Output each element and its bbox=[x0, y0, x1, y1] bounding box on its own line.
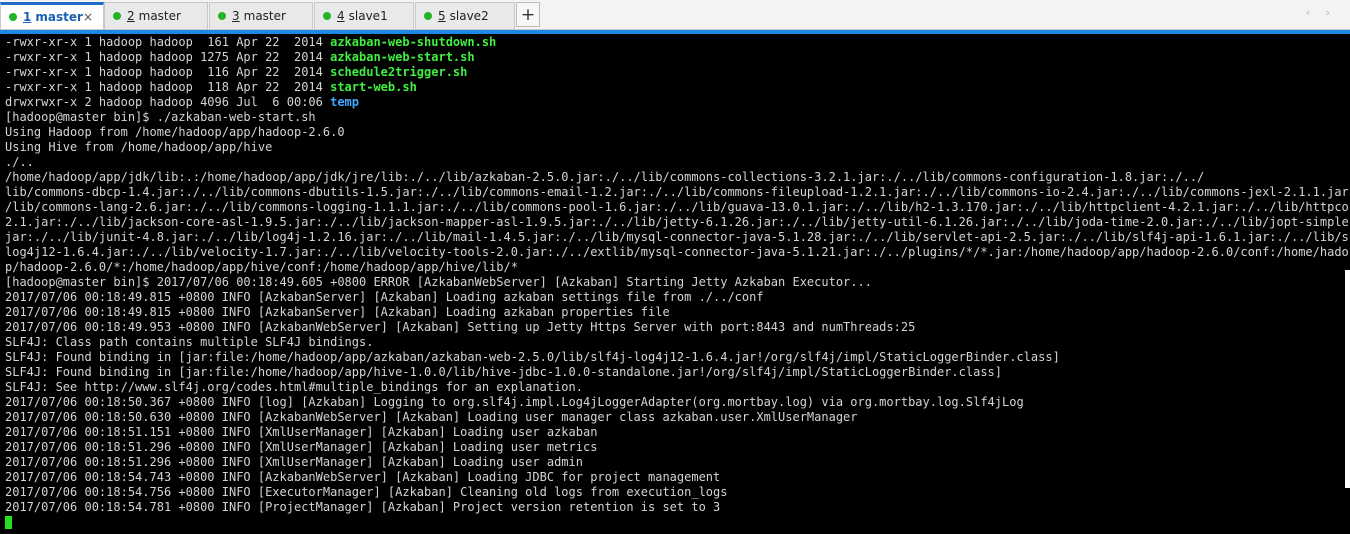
executable-file-name: azkaban-web-start.sh bbox=[330, 50, 475, 64]
tab-number: 2 bbox=[127, 9, 135, 23]
tab-label: master bbox=[243, 9, 286, 23]
connected-status-icon bbox=[218, 12, 226, 20]
terminal-line: 2017/07/06 00:18:51.296 +0800 INFO [XmlU… bbox=[5, 440, 1348, 455]
terminal-line: 2017/07/06 00:18:51.151 +0800 INFO [XmlU… bbox=[5, 425, 1348, 440]
tab-3-master[interactable]: 3 master bbox=[209, 2, 313, 29]
terminal-cursor bbox=[5, 516, 12, 529]
terminal-line: 2017/07/06 00:18:54.743 +0800 INFO [Azka… bbox=[5, 470, 1348, 485]
tab-4-slave1[interactable]: 4 slave1 bbox=[314, 2, 414, 29]
tab-label: master bbox=[35, 10, 83, 24]
terminal-line-text: 2017/07/06 00:18:54.743 +0800 INFO [Azka… bbox=[5, 470, 721, 484]
tab-label: master bbox=[138, 9, 181, 23]
terminal-line: -rwxr-xr-x 1 hadoop hadoop 161 Apr 22 20… bbox=[5, 35, 1348, 50]
terminal-line: log4j12-1.6.4.jar:./../lib/velocity-1.7.… bbox=[5, 245, 1348, 260]
active-session-strip bbox=[0, 30, 1350, 34]
terminal-line: -rwxr-xr-x 1 hadoop hadoop 116 Apr 22 20… bbox=[5, 65, 1348, 80]
terminal-line: -rwxr-xr-x 1 hadoop hadoop 1275 Apr 22 2… bbox=[5, 50, 1348, 65]
scrollbar[interactable] bbox=[1345, 270, 1350, 488]
terminal-line-text: /home/hadoop/app/jdk/lib:.:/home/hadoop/… bbox=[5, 170, 1205, 184]
terminal-line-text: -rwxr-xr-x 1 hadoop hadoop 1275 Apr 22 2… bbox=[5, 50, 331, 64]
terminal-line: SLF4J: See http://www.slf4j.org/codes.ht… bbox=[5, 380, 1348, 395]
terminal-line-text: SLF4J: Found binding in [jar:file:/home/… bbox=[5, 350, 1060, 364]
directory-name: temp bbox=[330, 95, 360, 109]
terminal-line: /lib/commons-lang-2.6.jar:./../lib/commo… bbox=[5, 200, 1348, 215]
connected-status-icon bbox=[9, 13, 17, 21]
tab-scroll-arrows-icon[interactable]: ‹ › bbox=[1306, 6, 1336, 19]
terminal-line-text: lib/commons-dbcp-1.4.jar:./../lib/common… bbox=[5, 185, 1348, 199]
terminal-line-text: p/hadoop-2.6.0/*:/home/hadoop/app/hive/c… bbox=[5, 260, 518, 274]
connected-status-icon bbox=[113, 12, 121, 20]
terminal-line-text: /lib/commons-lang-2.6.jar:./../lib/commo… bbox=[5, 200, 1348, 214]
tab-1-master[interactable]: 1 master × bbox=[0, 2, 104, 29]
terminal-line: 2017/07/06 00:18:54.756 +0800 INFO [Exec… bbox=[5, 485, 1348, 500]
terminal-line: 2017/07/06 00:18:49.815 +0800 INFO [Azka… bbox=[5, 305, 1348, 320]
terminal-line-text: SLF4J: Found binding in [jar:file:/home/… bbox=[5, 365, 1002, 379]
executable-file-name: schedule2trigger.sh bbox=[330, 65, 468, 79]
terminal-line-text: drwxrwxr-x 2 hadoop hadoop 4096 Jul 6 00… bbox=[5, 95, 331, 109]
tab-5-slave2[interactable]: 5 slave2 bbox=[415, 2, 515, 29]
terminal-line: /home/hadoop/app/jdk/lib:.:/home/hadoop/… bbox=[5, 170, 1348, 185]
terminal-line-text: log4j12-1.6.4.jar:./../lib/velocity-1.7.… bbox=[5, 245, 1348, 259]
terminal-line-text: SLF4J: See http://www.slf4j.org/codes.ht… bbox=[5, 380, 583, 394]
terminal-line-text: Using Hadoop from /home/hadoop/app/hadoo… bbox=[5, 125, 345, 139]
terminal-line-text: 2017/07/06 00:18:49.815 +0800 INFO [Azka… bbox=[5, 290, 764, 304]
terminal-line-text: 2017/07/06 00:18:50.367 +0800 INFO [log]… bbox=[5, 395, 1024, 409]
add-tab-button[interactable]: + bbox=[516, 2, 540, 27]
tab-number: 3 bbox=[232, 9, 240, 23]
terminal-line-text: [hadoop@master bin]$ 2017/07/06 00:18:49… bbox=[5, 275, 872, 289]
terminal-line-text: 2017/07/06 00:18:51.296 +0800 INFO [XmlU… bbox=[5, 440, 598, 454]
terminal-line: p/hadoop-2.6.0/*:/home/hadoop/app/hive/c… bbox=[5, 260, 1348, 275]
terminal-line-text: 2017/07/06 00:18:51.296 +0800 INFO [XmlU… bbox=[5, 455, 583, 469]
terminal-line-text: jar:./../lib/junit-4.8.jar:./../lib/log4… bbox=[5, 230, 1348, 244]
connected-status-icon bbox=[323, 12, 331, 20]
terminal-line-text: 2017/07/06 00:18:49.815 +0800 INFO [Azka… bbox=[5, 305, 670, 319]
executable-file-name: start-web.sh bbox=[330, 80, 417, 94]
terminal-line: SLF4J: Class path contains multiple SLF4… bbox=[5, 335, 1348, 350]
terminal-line: drwxrwxr-x 2 hadoop hadoop 4096 Jul 6 00… bbox=[5, 95, 1348, 110]
terminal-line-text: 2017/07/06 00:18:51.151 +0800 INFO [XmlU… bbox=[5, 425, 598, 439]
terminal-line: 2017/07/06 00:18:54.781 +0800 INFO [Proj… bbox=[5, 500, 1348, 515]
terminal-line: ./.. bbox=[5, 155, 1348, 170]
terminal-line-text: -rwxr-xr-x 1 hadoop hadoop 118 Apr 22 20… bbox=[5, 80, 331, 94]
terminal-line: 2017/07/06 00:18:49.953 +0800 INFO [Azka… bbox=[5, 320, 1348, 335]
terminal-line-text: Using Hive from /home/hadoop/app/hive bbox=[5, 140, 273, 154]
terminal-line: SLF4J: Found binding in [jar:file:/home/… bbox=[5, 350, 1348, 365]
tab-number: 1 bbox=[23, 10, 32, 24]
connected-status-icon bbox=[424, 12, 432, 20]
terminal-line: Using Hadoop from /home/hadoop/app/hadoo… bbox=[5, 125, 1348, 140]
terminal-line: 2.1.jar:./../lib/jackson-core-asl-1.9.5.… bbox=[5, 215, 1348, 230]
terminal-line-text: [hadoop@master bin]$ ./azkaban-web-start… bbox=[5, 110, 316, 124]
tab-2-master[interactable]: 2 master bbox=[104, 2, 208, 29]
terminal-line-text: ./.. bbox=[5, 155, 34, 169]
terminal-output[interactable]: -rwxr-xr-x 1 hadoop hadoop 161 Apr 22 20… bbox=[5, 35, 1348, 515]
executable-file-name: azkaban-web-shutdown.sh bbox=[330, 35, 497, 49]
terminal-line: 2017/07/06 00:18:51.296 +0800 INFO [XmlU… bbox=[5, 455, 1348, 470]
terminal-line: -rwxr-xr-x 1 hadoop hadoop 118 Apr 22 20… bbox=[5, 80, 1348, 95]
terminal-line: Using Hive from /home/hadoop/app/hive bbox=[5, 140, 1348, 155]
terminal-line-text: 2017/07/06 00:18:50.630 +0800 INFO [Azka… bbox=[5, 410, 858, 424]
terminal-line-text: SLF4J: Class path contains multiple SLF4… bbox=[5, 335, 374, 349]
terminal-line: jar:./../lib/junit-4.8.jar:./../lib/log4… bbox=[5, 230, 1348, 245]
close-tab-icon[interactable]: × bbox=[83, 10, 93, 24]
terminal-line: 2017/07/06 00:18:50.630 +0800 INFO [Azka… bbox=[5, 410, 1348, 425]
terminal-line-text: 2017/07/06 00:18:54.781 +0800 INFO [Proj… bbox=[5, 500, 721, 514]
tab-label: slave2 bbox=[449, 9, 489, 23]
terminal-line: lib/commons-dbcp-1.4.jar:./../lib/common… bbox=[5, 185, 1348, 200]
terminal-line: 2017/07/06 00:18:50.367 +0800 INFO [log]… bbox=[5, 395, 1348, 410]
terminal-line-text: 2017/07/06 00:18:54.756 +0800 INFO [Exec… bbox=[5, 485, 728, 499]
terminal-line-text: -rwxr-xr-x 1 hadoop hadoop 161 Apr 22 20… bbox=[5, 35, 331, 49]
terminal-line-text: 2017/07/06 00:18:49.953 +0800 INFO [Azka… bbox=[5, 320, 916, 334]
tab-bar: 1 master × 2 master 3 master 4 slave1 5 … bbox=[0, 0, 1350, 30]
terminal-line-text: 2.1.jar:./../lib/jackson-core-asl-1.9.5.… bbox=[5, 215, 1348, 229]
terminal-line: [hadoop@master bin]$ 2017/07/06 00:18:49… bbox=[5, 275, 1348, 290]
terminal-line: [hadoop@master bin]$ ./azkaban-web-start… bbox=[5, 110, 1348, 125]
terminal-line: SLF4J: Found binding in [jar:file:/home/… bbox=[5, 365, 1348, 380]
tab-number: 4 bbox=[337, 9, 345, 23]
terminal-line: 2017/07/06 00:18:49.815 +0800 INFO [Azka… bbox=[5, 290, 1348, 305]
tab-label: slave1 bbox=[348, 9, 388, 23]
tab-number: 5 bbox=[438, 9, 446, 23]
terminal-line-text: -rwxr-xr-x 1 hadoop hadoop 116 Apr 22 20… bbox=[5, 65, 331, 79]
